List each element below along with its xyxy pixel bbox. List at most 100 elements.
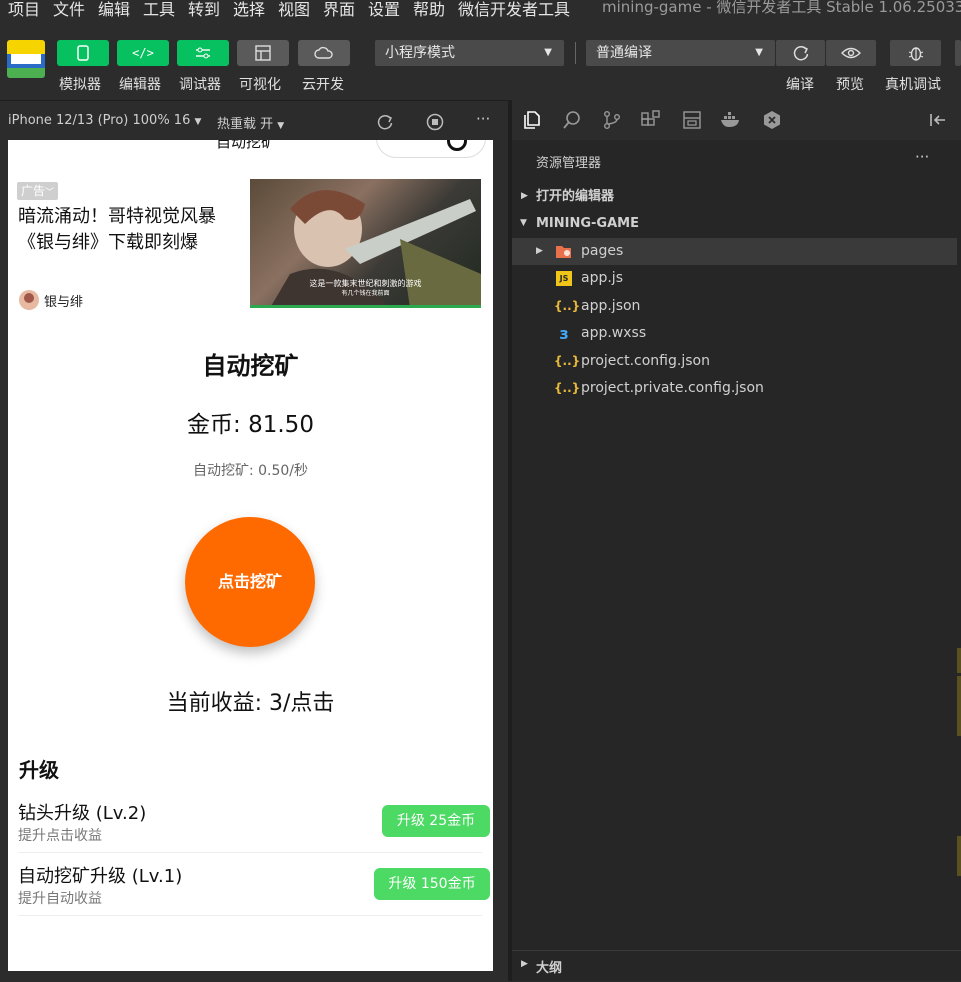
phone-bottom-bar [0,971,508,981]
upgrade-desc: 提升点击收益 [18,828,102,844]
upgrade-drill-button[interactable]: 升级 25金币 [382,805,490,837]
tree-item-app-js[interactable]: JS app.js [512,265,957,292]
capsule-menu[interactable] [376,140,486,158]
menu-wechat-devtools[interactable]: 微信开发者工具 [458,0,570,18]
simulator-header: iPhone 12/13 (Pro) 100% 16 ▼ 热重载 开 ▼ ··· [0,100,508,141]
more-icon[interactable]: ··· [476,110,490,128]
visual-button[interactable] [237,40,289,66]
extensions-icon[interactable] [640,110,662,130]
rotate-icon[interactable] [376,113,394,131]
upgrade-auto-button[interactable]: 升级 150金币 [374,868,490,900]
project-avatar[interactable] [7,40,45,78]
ad-image-caption-line-1: 这是一款集末世纪和刺激的游戏 [309,279,422,288]
nav-title: 自动挖矿 [216,140,277,151]
bug-icon [908,47,923,61]
outline-section[interactable]: ▶ 大纲 [512,950,961,982]
device-debug-button[interactable] [890,40,941,66]
css-file-icon: з [559,324,569,343]
menu-project[interactable]: 项目 [8,0,40,18]
sliders-icon [196,47,210,59]
ad-badge-label: 广告 [21,184,46,198]
compile-select[interactable]: 普通编译 ▼ [586,40,775,66]
caret-down-icon: ▼ [277,121,285,131]
menu-select[interactable]: 选择 [233,0,265,18]
minimap-mark [957,648,961,673]
close-circle-icon[interactable] [447,140,467,151]
source-control-icon[interactable] [602,110,622,130]
cloud-icon [314,46,333,59]
mode-select[interactable]: 小程序模式 ▼ [375,40,564,66]
menu-bar: 项目 文件 编辑 工具 转到 选择 视图 界面 设置 帮助 微信开发者工具 mi… [0,0,961,18]
chevron-right-icon: ▶ [536,246,543,256]
menu-file[interactable]: 文件 [53,0,85,18]
js-file-icon: JS [556,271,572,286]
upgrade-name: 自动挖矿升级 (Lv.1) [18,866,183,887]
cube-icon[interactable] [762,110,782,130]
ad-title[interactable]: 暗流涌动！哥特视觉风暴《银与绯》下载即刻爆 [18,204,244,256]
hot-reload-value: 热重载 开 [217,117,274,132]
chevron-down-icon: ▼ [520,218,527,228]
menu-interface[interactable]: 界面 [323,0,355,18]
collapse-panel-icon[interactable] [928,112,948,128]
editor-button[interactable]: </> [117,40,169,66]
debugger-button[interactable] [177,40,229,66]
compile-label: 编译 [786,77,814,93]
ad-image-caption-line-2: 有几个钱在我前面 [341,290,390,297]
tree-item-project-private-config[interactable]: {..} project.private.config.json [512,375,957,402]
tree-item-app-json[interactable]: {..} app.json [512,293,957,320]
device-select-value: iPhone 12/13 (Pro) 100% 16 [8,113,191,128]
caret-down-icon: ▼ [755,47,763,58]
preview-button[interactable] [826,40,876,66]
project-label: MINING-GAME [536,216,639,231]
explorer-more-icon[interactable]: ··· [915,148,929,166]
refresh-icon [793,45,808,61]
menu-view[interactable]: 视图 [278,0,310,18]
phone-icon [77,45,89,61]
menu-settings[interactable]: 设置 [368,0,400,18]
ad-author-avatar [19,290,39,310]
json-file-icon: {..} [554,299,581,313]
device-select[interactable]: iPhone 12/13 (Pro) 100% 16 ▼ [8,113,201,128]
debugger-label: 调试器 [179,77,221,93]
search-icon[interactable] [562,110,582,130]
hot-reload-toggle[interactable]: 热重载 开 ▼ [217,113,284,132]
page-title: 自动挖矿 [202,352,299,380]
tree-item-label: project.config.json [581,353,710,369]
compile-button[interactable] [776,40,825,66]
tree-item-pages[interactable]: ▶ pages [512,238,957,265]
editor-label: 编辑器 [119,77,161,93]
storage-icon[interactable] [682,110,702,130]
compile-select-value: 普通编译 [596,45,652,61]
cloud-dev-button[interactable] [298,40,350,66]
menu-goto[interactable]: 转到 [188,0,220,18]
mine-button[interactable]: 点击挖矿 [185,517,315,647]
ad-image-caption: 这是一款集末世纪和刺激的游戏 有几个钱在我前面 [250,279,481,299]
files-icon[interactable] [522,110,542,130]
docker-icon[interactable] [720,110,742,130]
json-file-icon: {..} [554,381,581,395]
minimap-mark [957,836,961,876]
tree-item-project-config[interactable]: {..} project.config.json [512,348,957,375]
auto-mining-rate: 自动挖矿: 0.50/秒 [192,463,309,479]
ad-image[interactable]: 这是一款集末世纪和刺激的游戏 有几个钱在我前面 [250,179,481,308]
caret-down-icon: ▼ [544,47,552,58]
project-section[interactable]: ▼ MINING-GAME [512,210,957,237]
simulator-button[interactable] [57,40,109,66]
toolbar-separator [575,42,576,64]
open-editors-section[interactable]: ▶ 打开的编辑器 [512,183,957,210]
explorer-title: 资源管理器 [536,156,602,171]
menu-edit[interactable]: 编辑 [98,0,130,18]
open-editors-label: 打开的编辑器 [536,189,615,204]
upgrade-row-auto: 自动挖矿升级 (Lv.1) 提升自动收益 升级 150金币 [18,853,490,916]
menu-help[interactable]: 帮助 [413,0,445,18]
stop-icon[interactable] [426,113,444,131]
ad-badge[interactable]: 广告﹀ [17,182,59,200]
tree-item-app-wxss[interactable]: з app.wxss [512,320,957,347]
menu-tools[interactable]: 工具 [143,0,175,18]
mode-select-value: 小程序模式 [385,45,455,61]
toolbar-overflow[interactable] [955,40,961,66]
tree-item-label: app.json [581,298,641,314]
upgrade-name: 钻头升级 (Lv.2) [18,803,147,824]
per-click-earnings: 当前收益: 3/点击 [166,691,335,716]
caret-down-icon: ▼ [194,117,202,127]
